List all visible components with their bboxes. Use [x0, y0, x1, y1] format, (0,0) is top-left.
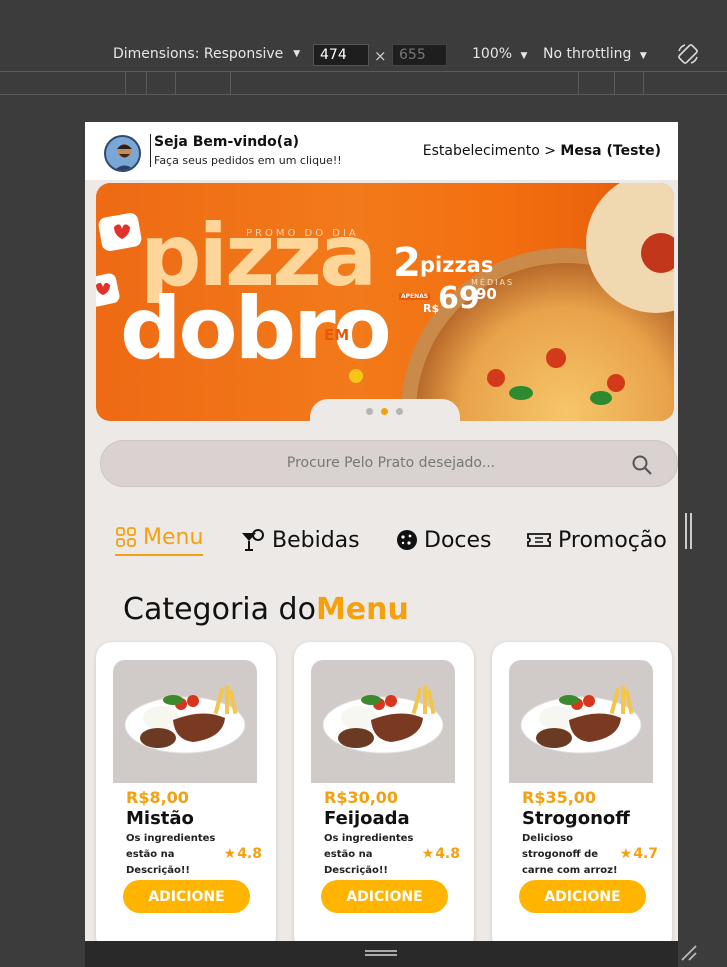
- avatar: [104, 135, 141, 172]
- carousel-dot-1[interactable]: [366, 408, 373, 415]
- product-card[interactable]: R$8,00 Mistão Os ingredientes estão na D…: [96, 642, 276, 941]
- breadcrumb-separator: >: [544, 143, 556, 159]
- product-price: R$35,00: [522, 788, 597, 807]
- product-rating: ★ 4.8: [223, 846, 262, 862]
- search-icon[interactable]: [631, 454, 653, 476]
- product-description: Delicioso strogonoff de carne com arroz!: [522, 833, 618, 876]
- tab-label: Promoção: [558, 527, 667, 553]
- grid-icon: [116, 527, 136, 547]
- devtools-toolbar: Dimensions: Responsive ▼ 474 × 655 100% …: [0, 0, 727, 97]
- breadcrumb-parent[interactable]: Estabelecimento: [423, 143, 540, 159]
- add-button[interactable]: ADICIONE: [519, 880, 646, 913]
- zoom-label: 100%: [472, 46, 513, 62]
- product-card[interactable]: R$30,00 Feijoada Os ingredientes estão n…: [294, 642, 474, 941]
- carousel-indicator: [310, 399, 460, 421]
- side-resize-handle-icon[interactable]: [684, 513, 694, 549]
- media-query-ruler: [0, 71, 727, 95]
- breadcrumb: Estabelecimento > Mesa (Teste): [423, 143, 661, 159]
- promo-banner[interactable]: PROMO DO DIA pizza dobro EM 2 pizzas MÉD…: [96, 183, 674, 421]
- search-input[interactable]: Procure Pelo Prato desejado...: [101, 455, 678, 471]
- dimensions-dropdown[interactable]: Dimensions: Responsive ▼: [113, 46, 300, 62]
- ticket-icon: [527, 533, 551, 547]
- add-button[interactable]: ADICIONE: [123, 880, 250, 913]
- welcome-title: Seja Bem-vindo(a): [154, 134, 300, 150]
- cookie-icon: [397, 530, 417, 550]
- product-name: Strogonoff: [522, 808, 630, 829]
- corner-resize-icon[interactable]: [680, 944, 698, 962]
- tab-label: Doces: [424, 527, 492, 553]
- product-image: [311, 660, 455, 783]
- product-image: [113, 660, 257, 783]
- throttling-dropdown[interactable]: No throttling ▼: [543, 46, 647, 62]
- category-tabs: Menu Bebidas Doces Promoção: [115, 520, 678, 560]
- section-title: Categoria doMenu: [123, 592, 409, 627]
- product-description: Os ingredientes estão na Descrição!!: [324, 833, 414, 876]
- chevron-down-icon: ▼: [293, 49, 301, 59]
- product-rating: ★ 4.7: [619, 846, 658, 862]
- carousel-dot-2-active[interactable]: [381, 408, 388, 415]
- throttling-label: No throttling: [543, 46, 632, 62]
- product-rating: ★ 4.8: [421, 846, 460, 862]
- promo-price-cents: 90: [476, 285, 497, 303]
- tab-menu[interactable]: Menu: [115, 520, 204, 556]
- search-bar[interactable]: Procure Pelo Prato desejado...: [100, 440, 678, 487]
- add-button[interactable]: ADICIONE: [321, 880, 448, 913]
- product-description: Os ingredientes estão na Descrição!!: [126, 833, 216, 876]
- chevron-down-icon: ▼: [639, 51, 647, 61]
- height-input[interactable]: 655: [392, 44, 447, 66]
- tab-promocao[interactable]: Promoção: [526, 520, 667, 560]
- cocktail-icon: [242, 529, 264, 551]
- carousel-dot-3[interactable]: [396, 408, 403, 415]
- promo-price-int: 69: [438, 281, 480, 316]
- section-title-prefix: Categoria do: [123, 592, 316, 627]
- promo-count-label: pizzas: [420, 253, 494, 277]
- width-input[interactable]: 474: [313, 44, 369, 66]
- section-title-accent: Menu: [315, 592, 409, 627]
- device-viewport: Seja Bem-vindo(a) Faça seus pedidos em u…: [85, 122, 678, 941]
- promo-price-prefix: APENAS: [399, 293, 431, 300]
- promo-headline-em: EM: [324, 326, 350, 344]
- tab-bebidas[interactable]: Bebidas: [240, 520, 360, 560]
- welcome-subtitle: Faça seus pedidos em um clique!!: [154, 154, 342, 167]
- rotate-icon[interactable]: [676, 42, 700, 66]
- promo-count: 2: [393, 240, 421, 286]
- star-icon: ★: [223, 846, 237, 862]
- product-price: R$30,00: [324, 788, 399, 807]
- resize-handle-icon[interactable]: [365, 949, 397, 957]
- promo-currency: R$: [423, 302, 440, 315]
- breadcrumb-current: Mesa (Teste): [560, 143, 661, 159]
- chevron-down-icon: ▼: [520, 51, 528, 61]
- app-header: Seja Bem-vindo(a) Faça seus pedidos em u…: [85, 122, 678, 180]
- product-name: Feijoada: [324, 808, 410, 829]
- times-sign: ×: [374, 47, 387, 65]
- header-divider: [150, 134, 151, 167]
- product-price: R$8,00: [126, 788, 189, 807]
- star-icon: ★: [619, 846, 633, 862]
- tab-label: Bebidas: [272, 527, 360, 553]
- star-icon: ★: [421, 846, 435, 862]
- dimensions-label: Dimensions: Responsive: [113, 46, 284, 62]
- product-name: Mistão: [126, 808, 194, 829]
- zoom-dropdown[interactable]: 100% ▼: [472, 46, 527, 62]
- product-card[interactable]: R$35,00 Strogonoff Delicioso strogonoff …: [492, 642, 672, 941]
- product-image: [509, 660, 653, 783]
- tab-doces[interactable]: Doces: [396, 520, 492, 560]
- tab-label: Menu: [143, 524, 204, 550]
